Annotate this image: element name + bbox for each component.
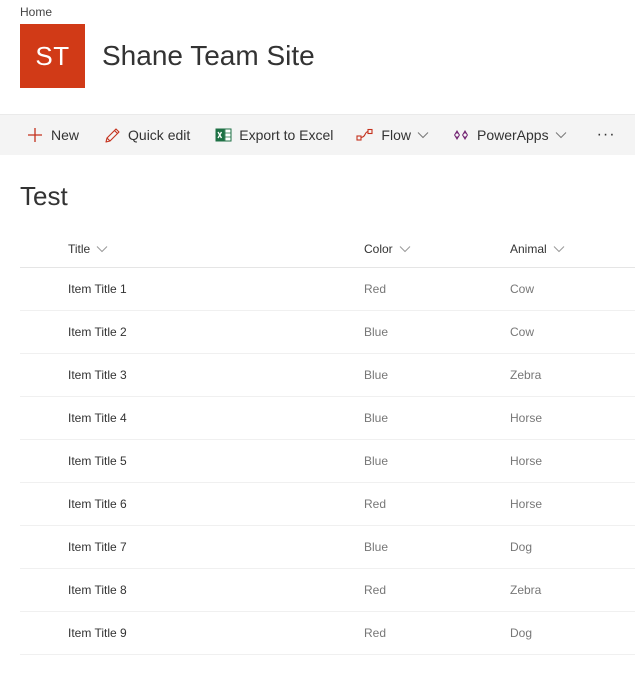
cell-animal: Horse bbox=[510, 497, 543, 511]
list-row[interactable]: Item Title 7 Blue Dog bbox=[20, 526, 635, 569]
export-label: Export to Excel bbox=[239, 127, 334, 143]
site-logo-initials: ST bbox=[35, 40, 70, 71]
cell-title[interactable]: Item Title 3 bbox=[68, 368, 127, 382]
chevron-down-icon bbox=[96, 245, 108, 253]
column-header-animal-label: Animal bbox=[510, 242, 547, 256]
cell-color: Red bbox=[364, 626, 387, 640]
cell-title[interactable]: Item Title 9 bbox=[68, 626, 127, 640]
more-options-button[interactable]: ··· bbox=[597, 115, 616, 155]
new-button[interactable]: New bbox=[26, 115, 79, 155]
cell-title[interactable]: Item Title 8 bbox=[68, 583, 127, 597]
list-row[interactable]: Item Title 9 Red Dog bbox=[20, 612, 635, 655]
cell-animal: Horse bbox=[510, 411, 543, 425]
column-header-animal[interactable]: Animal bbox=[510, 242, 565, 256]
cell-color: Red bbox=[364, 583, 387, 597]
pencil-icon bbox=[103, 126, 121, 144]
powerapps-menu-button[interactable]: PowerApps bbox=[452, 115, 567, 155]
list-row[interactable]: Item Title 8 Red Zebra bbox=[20, 569, 635, 612]
cell-title[interactable]: Item Title 2 bbox=[68, 325, 127, 339]
cell-color: Blue bbox=[364, 368, 389, 382]
quick-edit-button[interactable]: Quick edit bbox=[103, 115, 190, 155]
cell-animal: Dog bbox=[510, 540, 533, 554]
cell-animal: Dog bbox=[510, 626, 533, 640]
chevron-down-icon bbox=[417, 131, 429, 139]
cell-animal: Zebra bbox=[510, 583, 542, 597]
column-header-title-label: Title bbox=[68, 242, 91, 256]
plus-icon bbox=[26, 126, 44, 144]
chevron-down-icon bbox=[555, 131, 567, 139]
cell-title[interactable]: Item Title 4 bbox=[68, 411, 127, 425]
flow-icon bbox=[356, 126, 374, 144]
list-title: Test bbox=[20, 181, 68, 211]
cell-title[interactable]: Item Title 7 bbox=[68, 540, 127, 554]
cell-color: Blue bbox=[364, 411, 389, 425]
flow-menu-button[interactable]: Flow bbox=[356, 115, 429, 155]
cell-title[interactable]: Item Title 6 bbox=[68, 497, 127, 511]
cell-title[interactable]: Item Title 1 bbox=[68, 282, 127, 296]
cell-animal: Cow bbox=[510, 325, 535, 339]
command-bar: New Quick edit Export to Excel Flow Powe… bbox=[0, 114, 635, 155]
new-label: New bbox=[51, 127, 80, 143]
list-row[interactable]: Item Title 1 Red Cow bbox=[20, 268, 635, 311]
cell-color: Blue bbox=[364, 325, 389, 339]
excel-icon bbox=[214, 126, 232, 144]
cell-color: Red bbox=[364, 282, 387, 296]
powerapps-icon bbox=[452, 126, 470, 144]
list-view: Title Color Animal Item Title 1 Red Cow It… bbox=[20, 231, 635, 655]
list-row[interactable]: Item Title 2 Blue Cow bbox=[20, 311, 635, 354]
chevron-down-icon bbox=[553, 245, 565, 253]
list-row[interactable]: Item Title 4 Blue Horse bbox=[20, 397, 635, 440]
quick-edit-label: Quick edit bbox=[128, 127, 191, 143]
cell-color: Blue bbox=[364, 540, 389, 554]
cell-color: Red bbox=[364, 497, 387, 511]
cell-animal: Horse bbox=[510, 454, 543, 468]
cell-color: Blue bbox=[364, 454, 389, 468]
column-header-color-label: Color bbox=[364, 242, 393, 256]
list-header: Title Color Animal bbox=[20, 231, 635, 268]
cell-animal: Cow bbox=[510, 282, 535, 296]
more-icon: ··· bbox=[596, 126, 616, 143]
site-logo[interactable]: ST bbox=[20, 24, 85, 88]
powerapps-label: PowerApps bbox=[476, 127, 549, 143]
site-title[interactable]: Shane Team Site bbox=[102, 40, 315, 72]
breadcrumb-home[interactable]: Home bbox=[20, 5, 52, 19]
list-row[interactable]: Item Title 3 Blue Zebra bbox=[20, 354, 635, 397]
column-header-title[interactable]: Title bbox=[68, 242, 108, 256]
flow-label: Flow bbox=[381, 127, 411, 143]
chevron-down-icon bbox=[399, 245, 411, 253]
list-row[interactable]: Item Title 6 Red Horse bbox=[20, 483, 635, 526]
cell-title[interactable]: Item Title 5 bbox=[68, 454, 127, 468]
column-header-color[interactable]: Color bbox=[364, 242, 411, 256]
export-to-excel-button[interactable]: Export to Excel bbox=[214, 115, 333, 155]
cell-animal: Zebra bbox=[510, 368, 542, 382]
list-row[interactable]: Item Title 5 Blue Horse bbox=[20, 440, 635, 483]
